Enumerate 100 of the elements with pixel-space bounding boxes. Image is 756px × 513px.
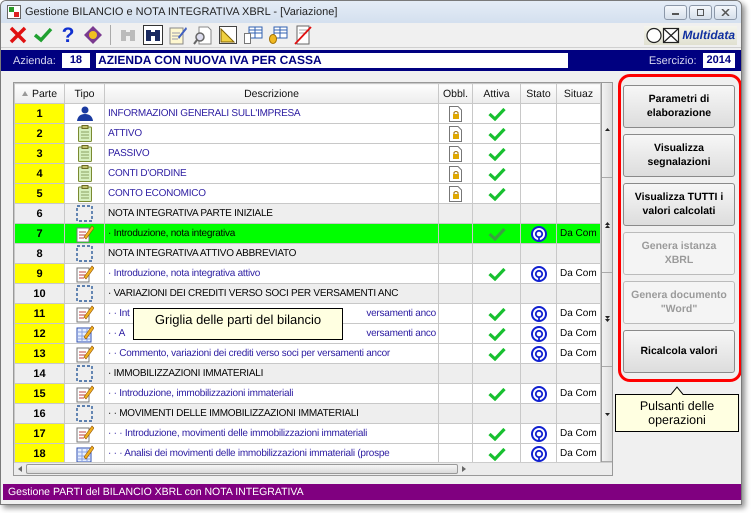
part-number-cell: 17 xyxy=(14,424,64,444)
buttons-callout: Pulsanti delle operazioni xyxy=(615,394,739,432)
part-description: · · · Analisi dei movimenti delle immobilizzazioni immateriali (prospe xyxy=(108,448,390,459)
vertical-scrollbar[interactable] xyxy=(601,83,612,462)
scroll-up-icon xyxy=(604,128,610,132)
part-number-cell: 9 xyxy=(14,264,64,284)
cancel-button[interactable] xyxy=(7,24,29,46)
part-number-cell: 5 xyxy=(14,184,64,204)
dashed-square-icon xyxy=(76,205,93,222)
part-number-cell: 4 xyxy=(14,164,64,184)
status-circle-icon xyxy=(530,446,546,462)
page-down-icon xyxy=(604,316,610,322)
part-number-cell: 1 xyxy=(14,104,64,124)
clipboard-icon xyxy=(78,185,92,202)
notepad-pencil-icon xyxy=(76,344,94,362)
year-label: Esercizio: xyxy=(648,54,697,66)
check-icon xyxy=(488,386,506,400)
year-field[interactable]: 2014 xyxy=(702,53,735,68)
part-description: · · MOVIMENTI DELLE IMMOBILIZZAZIONI IMMATERIALI xyxy=(108,408,359,419)
part-description: · · Introduzione, immobilizzazioni immateriali xyxy=(108,388,294,399)
dashed-square-icon xyxy=(76,285,93,302)
horizontal-scrollbar[interactable] xyxy=(14,462,612,475)
operation-button[interactable]: Visualizza TUTTI i valori calcolati xyxy=(623,183,735,226)
column-header[interactable]: Tipo xyxy=(64,84,104,104)
status-text: Da Com xyxy=(560,268,597,279)
operation-button[interactable]: Ricalcola valori xyxy=(623,330,735,373)
table-row[interactable]: 5 CONTO ECONOMICO xyxy=(14,184,600,204)
dashed-square-icon xyxy=(76,405,93,422)
table-row[interactable]: 3 PASSIVO xyxy=(14,144,600,164)
page-up-icon xyxy=(604,222,610,228)
table-button[interactable] xyxy=(242,24,264,46)
table-row[interactable]: 6 NOTA INTEGRATIVA PARTE INIZIALE xyxy=(14,204,600,224)
part-description: · Introduzione, nota integrativa attivo xyxy=(108,268,260,279)
part-description: INFORMAZIONI GENERALI SULL'IMPRESA xyxy=(108,108,300,119)
part-description: PASSIVO xyxy=(108,148,150,159)
column-header[interactable]: Descrizione xyxy=(104,84,438,104)
table-row[interactable]: 16 · · MOVIMENTI DELLE IMMOBILIZZAZIONI IMMATERIALI xyxy=(14,404,600,424)
binoculars-framed-button[interactable] xyxy=(142,24,164,46)
table-row[interactable]: 4 CONTI D'ORDINE xyxy=(14,164,600,184)
no-doc-button[interactable] xyxy=(292,24,314,46)
operation-button[interactable]: Parametri di elaborazione xyxy=(623,85,735,128)
table-row[interactable]: 18 · · · Analisi dei movimenti delle immobilizzazioni immateriali (prospe Da Com xyxy=(14,444,600,462)
company-name-field[interactable]: AZIENDA CON NUOVA IVA PER CASSA xyxy=(96,53,568,68)
diamond-icon xyxy=(83,25,103,45)
part-description: versamenti anco xyxy=(366,308,436,319)
table-icon xyxy=(243,25,263,45)
close-icon xyxy=(721,8,730,16)
status-text: Da Com xyxy=(560,348,597,359)
company-code-field[interactable]: 18 xyxy=(62,53,90,68)
table-row[interactable]: 10 · VARIAZIONI DEI CREDITI VERSO SOCI PER VERSAMENTI ANC xyxy=(14,284,600,304)
close-button[interactable] xyxy=(714,4,737,20)
part-number-cell: 13 xyxy=(14,344,64,364)
status-text: Da Com xyxy=(560,228,597,239)
table-row[interactable]: 13 · · Commento, variazioni dei crediti verso soci per versamenti ancor Da Com xyxy=(14,344,600,364)
scroll-down-icon xyxy=(604,412,610,416)
preview-button[interactable] xyxy=(192,24,214,46)
dashed-square-icon xyxy=(76,245,93,262)
part-number-cell: 18 xyxy=(14,444,64,462)
part-description: · · Commento, variazioni dei crediti verso soci per versamenti ancor xyxy=(108,348,390,359)
operation-button[interactable]: Visualizza segnalazioni xyxy=(623,134,735,177)
part-description: · · A xyxy=(108,328,126,339)
magnifier-document-icon xyxy=(193,25,213,45)
column-header[interactable]: Parte xyxy=(14,84,64,104)
minimize-button[interactable] xyxy=(664,4,687,20)
app-icon xyxy=(7,5,21,19)
scrollbar-thumb[interactable] xyxy=(26,464,458,474)
table-db-button[interactable] xyxy=(267,24,289,46)
callout-pointer xyxy=(670,386,684,395)
ruler-button[interactable] xyxy=(217,24,239,46)
person-icon xyxy=(76,106,94,122)
help-button[interactable]: ? xyxy=(57,24,79,46)
part-description: ATTIVO xyxy=(108,128,142,139)
spreadsheet-pencil-icon xyxy=(76,324,94,342)
table-row[interactable]: 15 · · Introduzione, immobilizzazioni immateriali Da Com xyxy=(14,384,600,404)
part-number-cell: 15 xyxy=(14,384,64,404)
maximize-button[interactable] xyxy=(689,4,712,20)
column-header[interactable]: Situaz xyxy=(556,84,600,104)
column-header[interactable]: Stato xyxy=(520,84,556,104)
column-header[interactable]: Attiva xyxy=(472,84,520,104)
check-icon xyxy=(488,146,506,160)
table-row[interactable]: 1 INFORMAZIONI GENERALI SULL'IMPRESA xyxy=(14,104,600,124)
table-row[interactable]: 17 · · · Introduzione, movimenti delle immobilizzazioni immateriali Da Com xyxy=(14,424,600,444)
status-bar: Gestione PARTI del BILANCIO XBRL con NOTA INTEGRATIVA xyxy=(3,484,741,500)
table-row[interactable]: 8 NOTA INTEGRATIVA ATTIVO ABBREVIATO xyxy=(14,244,600,264)
column-header[interactable]: Obbl. xyxy=(438,84,472,104)
table-row[interactable]: 7 · Introduzione, nota integrativa Da Com xyxy=(14,224,600,244)
book-button[interactable] xyxy=(82,24,104,46)
notepad-pencil-icon xyxy=(76,384,94,402)
part-description: CONTO ECONOMICO xyxy=(108,188,206,199)
check-icon xyxy=(488,106,506,120)
logo-text: Multidata xyxy=(682,28,735,42)
scroll-left-icon xyxy=(18,466,22,472)
company-label: Azienda: xyxy=(13,54,56,66)
status-circle-icon xyxy=(530,386,546,402)
part-description: · Introduzione, nota integrativa xyxy=(108,228,236,239)
table-row[interactable]: 9 · Introduzione, nota integrativa attivo Da Com xyxy=(14,264,600,284)
locked-document-icon xyxy=(449,146,462,162)
table-row[interactable]: 2 ATTIVO xyxy=(14,124,600,144)
maximize-icon xyxy=(696,8,705,16)
table-row[interactable]: 14 · IMMOBILIZZAZIONI IMMATERIALI xyxy=(14,364,600,384)
